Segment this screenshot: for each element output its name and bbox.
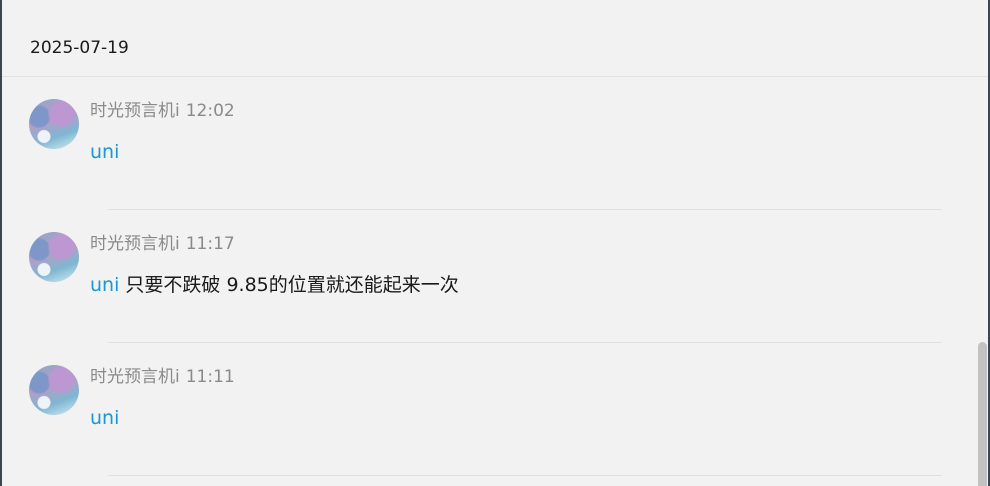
date-header: 2025-07-19 (2, 0, 988, 77)
post-text: 只要不跌破 9.85的位置就还能起来一次 (125, 274, 459, 296)
post-content: uni (90, 139, 119, 165)
post-time: 12:02 (185, 101, 235, 121)
post-item: 时光预言机i 11:17 uni 只要不跌破 9.85的位置就还能起来一次 (2, 210, 974, 343)
author-name[interactable]: 时光预言机i (90, 367, 180, 387)
post-meta: 时光预言机i 11:11 (90, 366, 235, 388)
avatar[interactable] (29, 365, 79, 415)
date-label: 2025-07-19 (30, 38, 129, 58)
post-item: 时光预言机i 12:02 uni (2, 77, 974, 210)
avatar[interactable] (29, 99, 79, 149)
post-content: uni 只要不跌破 9.85的位置就还能起来一次 (90, 272, 459, 298)
post-meta: 时光预言机i 11:17 (90, 233, 235, 255)
post-time: 11:17 (185, 234, 235, 254)
feed-panel: 2025-07-19 时光预言机i 12:02 uni 时光预言机i 11:17 u… (2, 0, 988, 486)
post-item: 时光预言机i 11:11 uni (2, 343, 974, 476)
mention-link[interactable]: uni (90, 274, 119, 296)
divider (108, 475, 942, 476)
post-content: uni (90, 405, 119, 431)
author-name[interactable]: 时光预言机i (90, 101, 180, 121)
scrollbar-thumb[interactable] (978, 342, 987, 486)
post-meta: 时光预言机i 12:02 (90, 100, 235, 122)
mention-link[interactable]: uni (90, 407, 119, 429)
avatar[interactable] (29, 232, 79, 282)
author-name[interactable]: 时光预言机i (90, 234, 180, 254)
post-time: 11:11 (185, 367, 235, 387)
mention-link[interactable]: uni (90, 141, 119, 163)
post-list: 时光预言机i 12:02 uni 时光预言机i 11:17 uni 只要不跌破 9.… (2, 77, 974, 476)
